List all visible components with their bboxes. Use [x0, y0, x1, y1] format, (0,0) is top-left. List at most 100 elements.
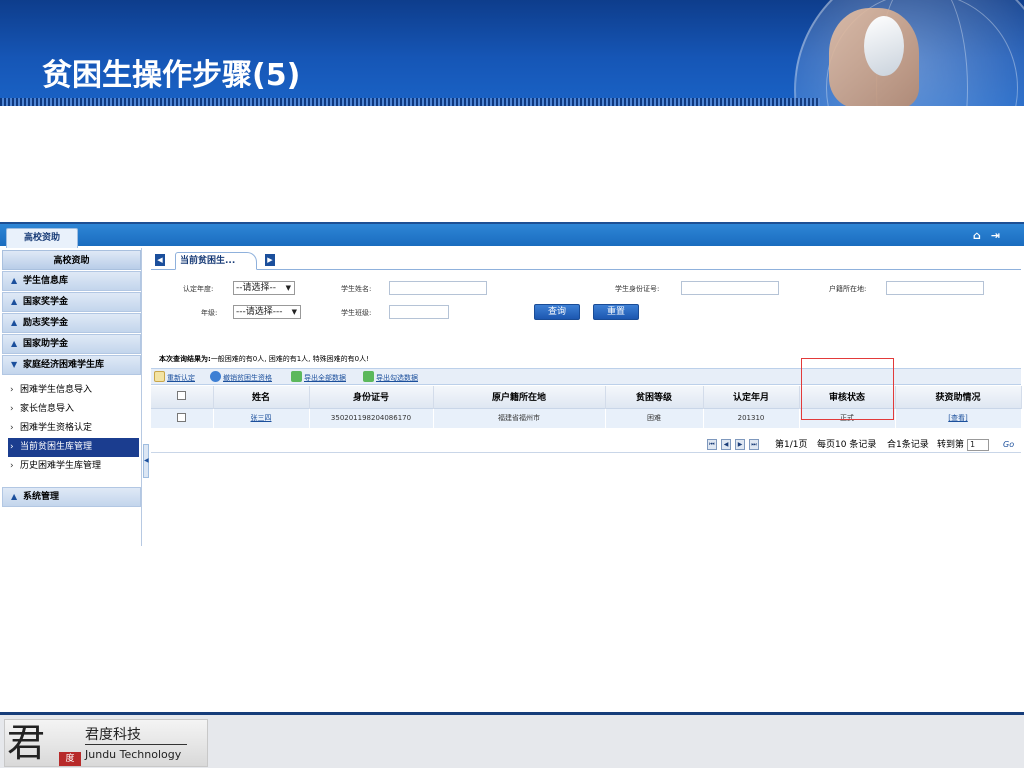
- sidebar-section-label: 系统管理: [23, 492, 60, 502]
- sidebar-section-poor-students[interactable]: ▼ 家庭经济困难学生库: [2, 355, 141, 375]
- column-header[interactable]: 身份证号: [309, 386, 434, 408]
- sidebar-section-label: 家庭经济困难学生库: [23, 360, 105, 370]
- sidebar-title: 高校资助: [2, 250, 141, 270]
- export-selected-action[interactable]: 导出勾选数据: [363, 371, 418, 383]
- pager: ⏮ ◀ ▶ ⏭ 第1/1页 每页10 条记录 合1条记录 转到第 1 Go: [151, 437, 1021, 453]
- revoke-qualification-action[interactable]: 撤销贫困生资格: [210, 371, 272, 383]
- tab-prev-icon[interactable]: ◀: [155, 254, 165, 266]
- sidebar-item-label: 当前贫困生库管理: [20, 442, 93, 452]
- column-header[interactable]: 贫困等级: [605, 386, 704, 408]
- sidebar-collapse-handle[interactable]: ◀: [143, 444, 149, 478]
- sidebar-item-history-poor[interactable]: › 历史困难学生库管理: [2, 457, 141, 476]
- sidebar-section-national-scholarship[interactable]: ▲ 国家奖学金: [2, 292, 141, 312]
- grade-label: 年级:: [201, 309, 218, 317]
- home-icon[interactable]: ⌂: [973, 229, 981, 242]
- column-header[interactable]: 原户籍所在地: [433, 386, 606, 408]
- select-all-cell: [151, 386, 214, 408]
- next-page-icon[interactable]: ▶: [735, 439, 745, 450]
- grade-select-value: ---请选择---: [236, 307, 283, 317]
- year-select[interactable]: --请选择-- ▼: [233, 281, 295, 295]
- reset-button[interactable]: 重置: [593, 304, 639, 320]
- sidebar-section-national-grant[interactable]: ▲ 国家助学金: [2, 334, 141, 354]
- summary-prefix: 本次查询结果为:: [159, 355, 211, 363]
- edit-icon: [154, 371, 165, 382]
- logout-icon[interactable]: ⇥: [991, 229, 1000, 242]
- sidebar-section-student-info[interactable]: ▲ 学生信息库: [2, 271, 141, 291]
- company-name-en: Jundu Technology: [85, 748, 182, 761]
- year-label: 认定年度:: [183, 285, 214, 293]
- tab-bar: ◀ 当前贫困生... ▶: [151, 252, 1021, 270]
- re-certify-action[interactable]: 重新认定: [154, 371, 195, 383]
- sidebar-item-import-parents[interactable]: › 家长信息导入: [2, 400, 141, 419]
- chevron-right-icon: ›: [10, 423, 14, 433]
- student-name-link[interactable]: 张三四: [251, 414, 272, 422]
- last-page-icon[interactable]: ⏭: [749, 439, 759, 450]
- goto-label: 转到第: [937, 440, 965, 450]
- sidebar-item-label: 困难学生信息导入: [20, 385, 93, 395]
- arrow-down-icon: ▼: [11, 360, 18, 369]
- tab-next-icon[interactable]: ▶: [265, 254, 275, 266]
- action-label: 重新认定: [167, 374, 195, 382]
- student-name-input[interactable]: [389, 281, 487, 295]
- tab-current-poor[interactable]: 当前贫困生...: [175, 252, 257, 270]
- hukou-label: 户籍所在地:: [829, 285, 867, 293]
- export-icon: [363, 371, 374, 382]
- id-label: 学生身份证号:: [615, 285, 660, 293]
- select-all-checkbox[interactable]: [177, 390, 187, 400]
- table-cell-level: 困难: [605, 407, 704, 428]
- status-column-highlight-box: [801, 358, 894, 420]
- header-stripe: [0, 98, 820, 106]
- arrow-up-icon: ▲: [11, 318, 18, 327]
- export-all-action[interactable]: 导出全部数据: [291, 371, 346, 383]
- goto-page-input[interactable]: 1: [967, 439, 989, 451]
- info-icon: [210, 371, 221, 382]
- table-cell-date: 201310: [703, 407, 800, 428]
- action-label: 导出全部数据: [304, 374, 346, 382]
- column-header[interactable]: 认定年月: [703, 386, 800, 408]
- sidebar-section-system[interactable]: ▲ 系统管理: [2, 487, 141, 507]
- sidebar-item-label: 困难学生资格认定: [20, 423, 93, 433]
- table-cell-id: 350201198204086170: [309, 407, 434, 428]
- action-label: 撤销贫困生资格: [223, 374, 272, 382]
- row-checkbox[interactable]: [177, 412, 187, 422]
- per-page-info: 每页10 条记录: [817, 440, 877, 450]
- sidebar-item-qualification[interactable]: › 困难学生资格认定: [2, 419, 141, 438]
- table-cell-aid: [查看]: [895, 407, 1022, 428]
- first-page-icon[interactable]: ⏮: [707, 439, 717, 450]
- student-class-input[interactable]: [389, 305, 449, 319]
- arrow-up-icon: ▲: [11, 339, 18, 348]
- top-tab-aid[interactable]: 高校资助: [6, 228, 78, 248]
- hukou-input[interactable]: [886, 281, 984, 295]
- mouse-graphic: [864, 16, 904, 76]
- summary-text: 一般困难的有0人, 困难的有1人, 特殊困难的有0人!: [210, 355, 369, 363]
- prev-page-icon[interactable]: ◀: [721, 439, 731, 450]
- year-select-value: --请选择--: [236, 283, 276, 293]
- table-cell-hukou: 福建省福州市: [433, 407, 606, 428]
- column-header[interactable]: 姓名: [213, 386, 310, 408]
- sidebar-item-current-poor[interactable]: › 当前贫困生库管理: [8, 438, 139, 457]
- column-header[interactable]: 获资助情况: [895, 386, 1022, 408]
- caret-down-icon: ▼: [285, 284, 291, 292]
- arrow-up-icon: ▲: [11, 492, 18, 501]
- query-button[interactable]: 查询: [534, 304, 580, 320]
- chevron-right-icon: ›: [10, 385, 14, 395]
- query-summary: 本次查询结果为:一般困难的有0人, 困难的有1人, 特殊困难的有0人!: [159, 354, 369, 364]
- slide-footer: 君 度 君度科技 Jundu Technology: [0, 712, 1024, 768]
- name-label: 学生姓名:: [341, 285, 372, 293]
- grade-select[interactable]: ---请选择--- ▼: [233, 305, 301, 319]
- slide-header-banner: 贫困生操作步骤(5): [0, 0, 1024, 106]
- action-label: 导出勾选数据: [376, 374, 418, 382]
- sidebar-item-import-students[interactable]: › 困难学生信息导入: [2, 381, 141, 400]
- sidebar-section-inspirational-scholarship[interactable]: ▲ 励志奖学金: [2, 313, 141, 333]
- sidebar-section-label: 国家奖学金: [23, 297, 69, 307]
- filter-panel: 认定年度: --请选择-- ▼ 学生姓名: 学生身份证号: 户籍所在地: 年级: …: [151, 274, 1021, 346]
- export-icon: [291, 371, 302, 382]
- go-button[interactable]: Go: [1003, 439, 1014, 451]
- sidebar: 高校资助 ▲ 学生信息库 ▲ 国家奖学金 ▲ 励志奖学金 ▲ 国家助学金 ▼ 家庭经济困难…: [2, 248, 142, 546]
- sidebar-section-label: 学生信息库: [23, 276, 69, 286]
- company-logo: 君 度 君度科技 Jundu Technology: [4, 719, 208, 767]
- arrow-up-icon: ▲: [11, 297, 18, 306]
- view-aid-link[interactable]: [查看]: [948, 414, 967, 422]
- id-number-input[interactable]: [681, 281, 779, 295]
- logo-glyph: 君: [7, 721, 46, 765]
